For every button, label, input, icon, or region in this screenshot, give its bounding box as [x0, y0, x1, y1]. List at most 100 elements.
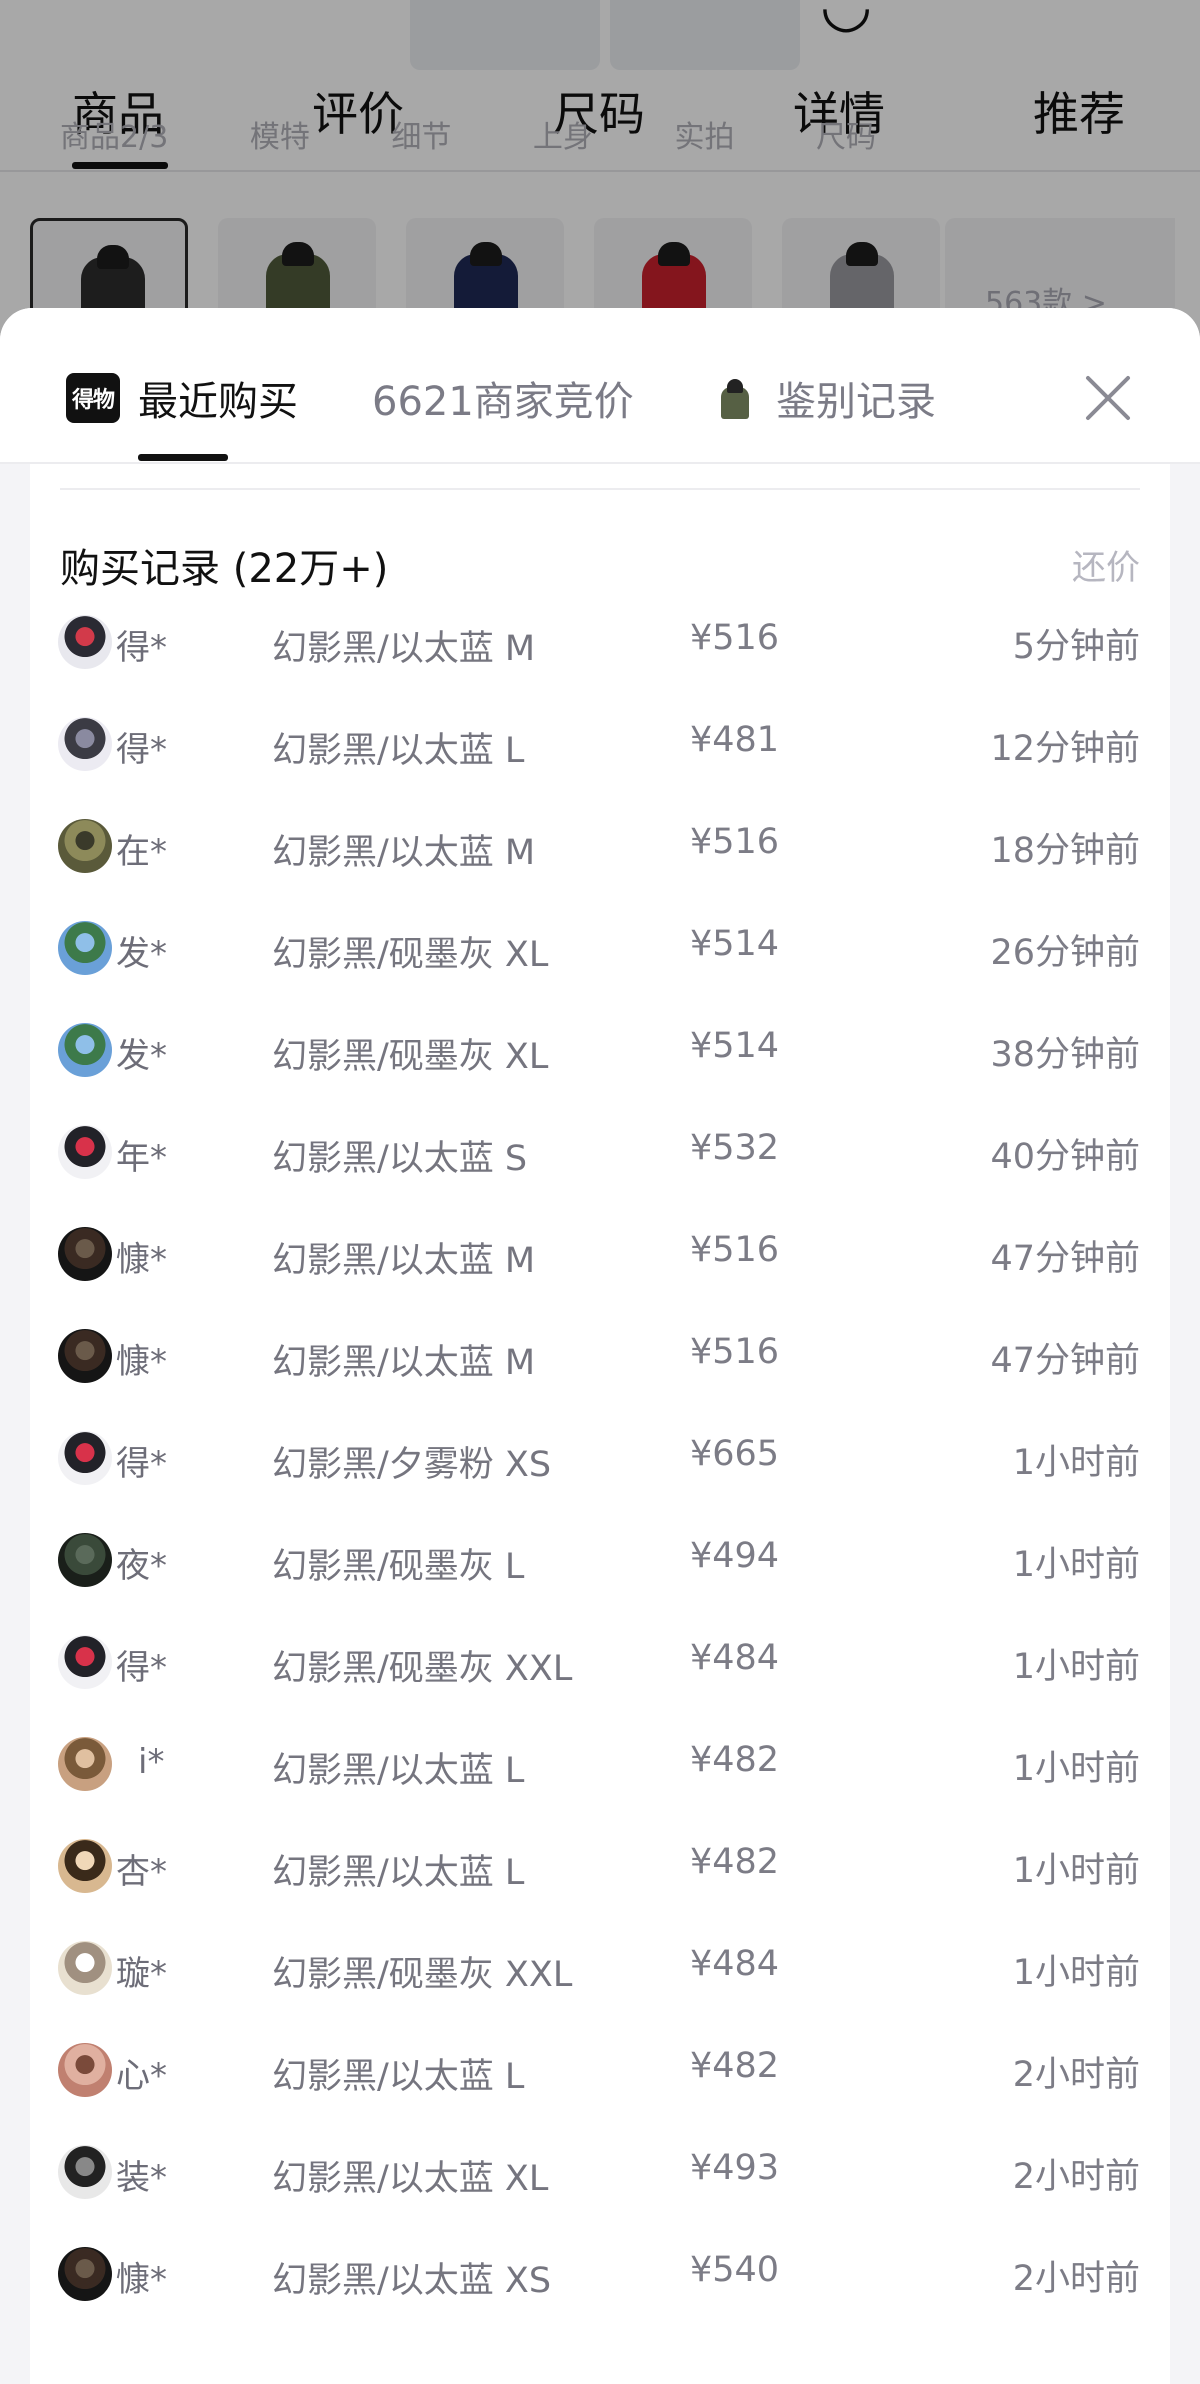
user-avatar	[58, 2043, 112, 2097]
purchase-record-row: 发* 幻影黑/砚墨灰 XL ¥514 38分钟前	[30, 998, 1170, 1100]
user-avatar	[58, 1227, 112, 1281]
user-avatar	[58, 2247, 112, 2301]
jacket-thumbnail-icon	[718, 377, 752, 419]
purchase-record-row: 夜* 幻影黑/砚墨灰 L ¥494 1小时前	[30, 1508, 1170, 1610]
purchase-record-row: 璇* 幻影黑/砚墨灰 XXL ¥484 1小时前	[30, 1916, 1170, 2018]
purchase-time: 38分钟前	[990, 1035, 1140, 1075]
user-avatar	[58, 1635, 112, 1689]
tab-authentication-records[interactable]: 鉴别记录	[718, 368, 936, 428]
user-name: 慷*	[116, 2260, 167, 2300]
purchase-price: ¥516	[690, 1332, 780, 1372]
user-avatar	[58, 717, 112, 771]
purchase-price: ¥516	[690, 618, 780, 658]
purchase-record-card: 购买记录 (22万+) 还价 得* 幻影黑/以太蓝 M ¥516 5分钟前 得* 幻影黑/…	[30, 464, 1170, 2384]
purchase-time: 26分钟前	[990, 933, 1140, 973]
tab-label: 鉴别记录	[776, 379, 936, 425]
app-root: ◡ 商品 评价 尺码 详情 推荐 商品2/3 模特 细节 上身 实拍 尺码 56…	[0, 0, 1200, 2384]
purchase-price: ¥482	[690, 2046, 780, 2086]
user-name: 发*	[116, 934, 167, 974]
purchase-record-row: 得* 幻影黑/以太蓝 L ¥481 12分钟前	[30, 692, 1170, 794]
purchase-price: ¥540	[690, 2250, 780, 2290]
product-spec: 幻影黑/以太蓝 L	[272, 1853, 525, 1893]
purchase-time: 12分钟前	[990, 729, 1140, 769]
user-avatar	[58, 1839, 112, 1893]
user-name: 杏*	[116, 1852, 167, 1892]
purchase-time: 1小时前	[1012, 1545, 1140, 1585]
purchase-price: ¥514	[690, 1026, 780, 1066]
user-avatar	[58, 1125, 112, 1179]
purchase-price: ¥532	[690, 1128, 780, 1168]
product-spec: 幻影黑/夕雾粉 XS	[272, 1445, 552, 1485]
user-name: 得*	[116, 628, 167, 668]
product-spec: 幻影黑/以太蓝 L	[272, 2057, 525, 2097]
close-icon	[1086, 376, 1130, 420]
divider	[60, 488, 1140, 490]
purchase-price: ¥482	[690, 1842, 780, 1882]
user-name: 得*	[116, 1648, 167, 1688]
user-name: 得*	[116, 730, 167, 770]
purchase-time: 47分钟前	[990, 1239, 1140, 1279]
purchase-price: ¥494	[690, 1536, 780, 1576]
purchase-price: ¥484	[690, 1944, 780, 1984]
user-avatar	[58, 1023, 112, 1077]
user-name: 心*	[116, 2056, 167, 2096]
purchase-time: 2小时前	[1012, 2259, 1140, 2299]
product-spec: 幻影黑/以太蓝 XL	[272, 2159, 549, 2199]
purchase-time: 40分钟前	[990, 1137, 1140, 1177]
user-avatar	[58, 1737, 112, 1791]
user-avatar	[58, 921, 112, 975]
recent-purchases-sheet: 得物 最近购买 6621商家竞价 鉴别记录 购买记录 (22万+) 还价 得* …	[0, 308, 1200, 2384]
purchase-record-row: 发* 幻影黑/砚墨灰 XL ¥514 26分钟前	[30, 896, 1170, 998]
product-spec: 幻影黑/以太蓝 M	[272, 1241, 536, 1281]
product-spec: 幻影黑/以太蓝 L	[272, 1751, 525, 1791]
purchase-price: ¥665	[690, 1434, 780, 1474]
purchase-record-row: i* 幻影黑/以太蓝 L ¥482 1小时前	[30, 1712, 1170, 1814]
product-spec: 幻影黑/以太蓝 M	[272, 1343, 536, 1383]
purchase-price: ¥493	[690, 2148, 780, 2188]
active-tab-underline	[138, 454, 228, 461]
purchase-price: ¥516	[690, 1230, 780, 1270]
purchase-record-row: 在* 幻影黑/以太蓝 M ¥516 18分钟前	[30, 794, 1170, 896]
user-avatar	[58, 819, 112, 873]
purchase-time: 18分钟前	[990, 831, 1140, 871]
user-name: 发*	[116, 1036, 167, 1076]
close-button[interactable]	[1078, 368, 1138, 428]
user-avatar	[58, 1941, 112, 1995]
counter-offer-link[interactable]: 还价	[1072, 540, 1140, 589]
user-name: 得*	[116, 1444, 167, 1484]
purchase-time: 1小时前	[1012, 1647, 1140, 1687]
user-name: 在*	[116, 832, 167, 872]
sheet-header: 得物 最近购买 6621商家竞价 鉴别记录	[0, 308, 1200, 464]
user-avatar	[58, 615, 112, 669]
purchase-record-row: 得* 幻影黑/以太蓝 M ¥516 5分钟前	[30, 590, 1170, 692]
product-spec: 幻影黑/以太蓝 XS	[272, 2261, 552, 2301]
product-spec: 幻影黑/以太蓝 M	[272, 833, 536, 873]
product-spec: 幻影黑/砚墨灰 XXL	[272, 1649, 573, 1689]
user-avatar	[58, 1533, 112, 1587]
purchase-record-row: 心* 幻影黑/以太蓝 L ¥482 2小时前	[30, 2018, 1170, 2120]
purchase-record-row: 年* 幻影黑/以太蓝 S ¥532 40分钟前	[30, 1100, 1170, 1202]
tab-merchant-bids[interactable]: 6621商家竞价	[372, 368, 634, 428]
user-name: 慷*	[116, 1240, 167, 1280]
product-spec: 幻影黑/以太蓝 S	[272, 1139, 528, 1179]
purchase-record-list: 得* 幻影黑/以太蓝 M ¥516 5分钟前 得* 幻影黑/以太蓝 L ¥481 12分钟前在…	[30, 590, 1170, 2324]
user-avatar	[58, 2145, 112, 2199]
product-spec: 幻影黑/砚墨灰 XL	[272, 1037, 549, 1077]
purchase-time: 1小时前	[1012, 1953, 1140, 1993]
user-name: 年*	[116, 1138, 167, 1178]
user-name: 璇*	[116, 1954, 167, 1994]
product-spec: 幻影黑/以太蓝 L	[272, 731, 525, 771]
user-avatar	[58, 1329, 112, 1383]
tab-label: 6621商家竞价	[372, 379, 634, 425]
user-name: i*	[138, 1742, 165, 1782]
section-title: 购买记录 (22万+)	[60, 546, 389, 592]
tab-label: 最近购买	[138, 379, 298, 425]
product-spec: 幻影黑/砚墨灰 L	[272, 1547, 525, 1587]
purchase-price: ¥514	[690, 924, 780, 964]
tab-recent-purchases[interactable]: 得物 最近购买	[66, 368, 298, 428]
purchase-record-row: 装* 幻影黑/以太蓝 XL ¥493 2小时前	[30, 2120, 1170, 2222]
purchase-price: ¥482	[690, 1740, 780, 1780]
purchase-record-row: 慷* 幻影黑/以太蓝 XS ¥540 2小时前	[30, 2222, 1170, 2324]
purchase-price: ¥484	[690, 1638, 780, 1678]
purchase-price: ¥516	[690, 822, 780, 862]
